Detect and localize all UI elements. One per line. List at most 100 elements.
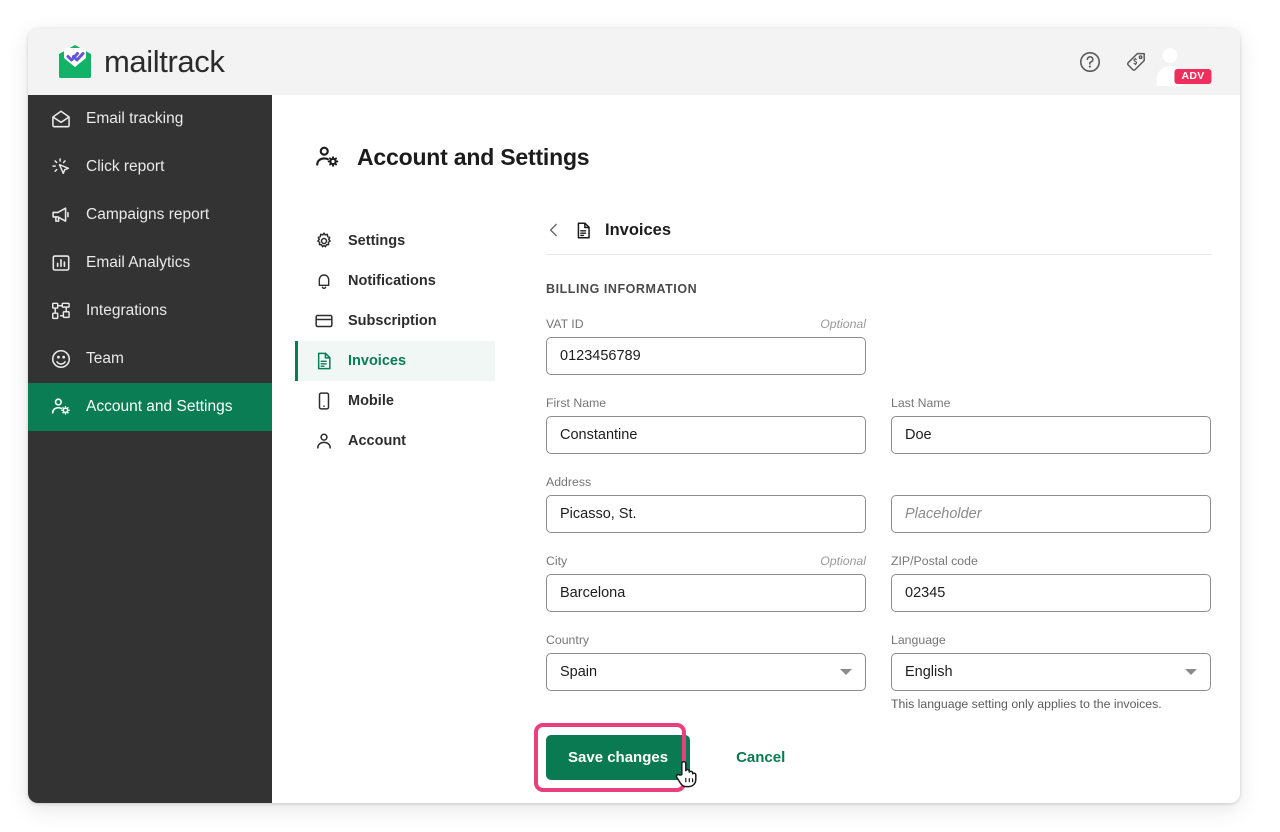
brand-logo-group[interactable]: mailtrack: [54, 41, 224, 83]
form-row-address: Address: [546, 475, 1212, 533]
city-optional-tag: Optional: [820, 554, 866, 568]
question-circle-icon[interactable]: [1078, 50, 1102, 74]
subnav-item-label: Settings: [348, 233, 405, 249]
subnav-item-notifications[interactable]: Notifications: [295, 261, 495, 301]
form-row-city-zip: City Optional ZIP/Postal code: [546, 554, 1212, 612]
sidebar-item-label: Click report: [86, 158, 164, 176]
main-sidebar: Email tracking Click report: [28, 95, 272, 803]
sidebar-item-label: Campaigns report: [86, 206, 209, 224]
megaphone-icon: [50, 204, 72, 226]
form-actions: Save changes Cancel: [546, 735, 1212, 780]
bell-icon: [314, 271, 334, 291]
user-gear-icon: [314, 144, 341, 171]
price-tag-icon[interactable]: [1124, 50, 1148, 74]
field-address: Address: [546, 475, 866, 533]
people-circle-icon: [50, 348, 72, 370]
field-address-line-2: [891, 475, 1211, 533]
document-icon: [574, 221, 593, 240]
subnav-item-invoices[interactable]: Invoices: [295, 341, 495, 381]
address-input[interactable]: [546, 495, 866, 533]
subnav-item-label: Subscription: [348, 313, 437, 329]
sidebar-item-email-analytics[interactable]: Email Analytics: [28, 239, 272, 287]
page-title: Account and Settings: [357, 144, 589, 171]
sidebar-item-label: Team: [86, 350, 124, 368]
subnav-item-subscription[interactable]: Subscription: [295, 301, 495, 341]
settings-panel: Settings Notifications: [272, 221, 1240, 780]
sidebar-item-label: Account and Settings: [86, 398, 233, 416]
document-icon: [314, 351, 334, 371]
subnav-item-label: Notifications: [348, 273, 436, 289]
gear-icon: [314, 231, 334, 251]
mailtrack-envelope-check-logo: [54, 41, 96, 83]
section-header: Invoices: [546, 221, 1212, 254]
last-name-label: Last Name: [891, 396, 950, 410]
sidebar-item-click-report[interactable]: Click report: [28, 143, 272, 191]
city-input[interactable]: [546, 574, 866, 612]
settings-subnav: Settings Notifications: [272, 221, 488, 780]
zip-input[interactable]: [891, 574, 1211, 612]
address-label: Address: [546, 475, 591, 489]
sidebar-item-campaigns-report[interactable]: Campaigns report: [28, 191, 272, 239]
vat-id-input[interactable]: [546, 337, 866, 375]
open-envelope-icon: [50, 108, 72, 130]
brand-name: mailtrack: [104, 44, 224, 80]
field-city: City Optional: [546, 554, 866, 612]
sidebar-item-account-and-settings[interactable]: Account and Settings: [28, 383, 272, 431]
avatar[interactable]: ADV: [1170, 39, 1216, 85]
section-divider: [546, 254, 1212, 255]
app-window: mailtrack: [28, 28, 1240, 803]
sidebar-item-label: Integrations: [86, 302, 167, 320]
sitemap-icon: [50, 300, 72, 322]
field-language: Language This language setting only appl…: [891, 633, 1211, 711]
last-name-input[interactable]: [891, 416, 1211, 454]
language-hint: This language setting only applies to th…: [891, 697, 1211, 711]
subnav-item-label: Mobile: [348, 393, 394, 409]
user-gear-icon: [50, 396, 72, 418]
top-bar-actions: ADV: [1078, 39, 1216, 85]
cursor-click-icon: [50, 156, 72, 178]
zip-label: ZIP/Postal code: [891, 554, 978, 568]
first-name-label: First Name: [546, 396, 606, 410]
country-select[interactable]: [546, 653, 866, 691]
sidebar-item-label: Email Analytics: [86, 254, 190, 272]
cancel-button[interactable]: Cancel: [730, 748, 791, 767]
form-row-country-language: Country Language: [546, 633, 1212, 711]
subnav-item-mobile[interactable]: Mobile: [295, 381, 495, 421]
content-area: Account and Settings Settings: [272, 95, 1240, 803]
sidebar-item-team[interactable]: Team: [28, 335, 272, 383]
first-name-input[interactable]: [546, 416, 866, 454]
invoices-form: Invoices BILLING INFORMATION VAT ID Opti…: [488, 221, 1240, 780]
field-zip: ZIP/Postal code: [891, 554, 1211, 612]
address-line-2-input[interactable]: [891, 495, 1211, 533]
vat-id-label: VAT ID: [546, 317, 584, 331]
sidebar-item-label: Email tracking: [86, 110, 183, 128]
field-first-name: First Name: [546, 396, 866, 454]
vat-id-optional-tag: Optional: [820, 317, 866, 331]
field-vat-id: VAT ID Optional: [546, 317, 866, 375]
subnav-item-settings[interactable]: Settings: [295, 221, 495, 261]
mobile-phone-icon: [314, 391, 334, 411]
language-select[interactable]: [891, 653, 1211, 691]
field-last-name: Last Name: [891, 396, 1211, 454]
billing-information-heading: BILLING INFORMATION: [546, 282, 1212, 296]
section-title: Invoices: [605, 221, 671, 240]
person-icon: [314, 431, 334, 451]
sidebar-item-email-tracking[interactable]: Email tracking: [28, 95, 272, 143]
chevron-left-icon[interactable]: [546, 222, 562, 238]
page-title-row: Account and Settings: [314, 129, 1240, 187]
language-label: Language: [891, 633, 946, 647]
city-label: City: [546, 554, 567, 568]
subnav-item-label: Account: [348, 433, 406, 449]
field-country: Country: [546, 633, 866, 711]
subnav-item-label: Invoices: [348, 353, 406, 369]
bar-chart-icon: [50, 252, 72, 274]
top-bar: mailtrack: [28, 28, 1240, 95]
credit-card-icon: [314, 311, 334, 331]
form-row-vat: VAT ID Optional: [546, 317, 1212, 375]
country-label: Country: [546, 633, 589, 647]
avatar-plan-badge: ADV: [1174, 69, 1211, 84]
subnav-item-account[interactable]: Account: [295, 421, 495, 461]
sidebar-item-integrations[interactable]: Integrations: [28, 287, 272, 335]
save-changes-button[interactable]: Save changes: [546, 735, 690, 780]
form-row-name: First Name Last Name: [546, 396, 1212, 454]
